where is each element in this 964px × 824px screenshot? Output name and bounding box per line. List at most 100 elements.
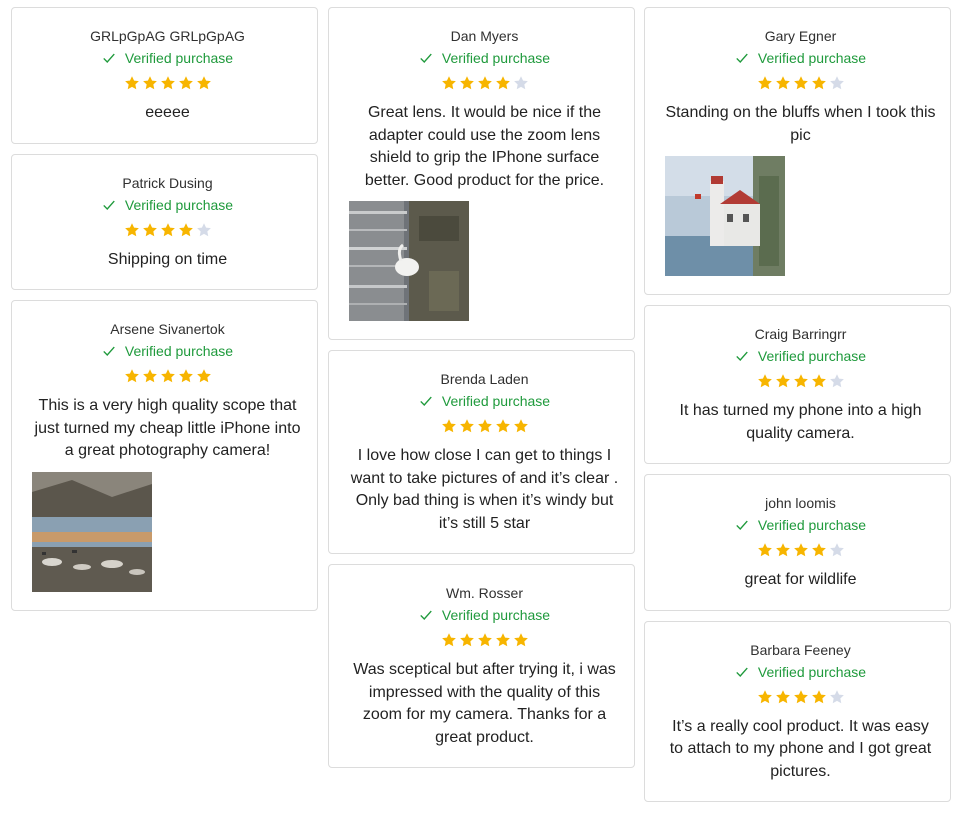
checkmark-icon <box>420 396 432 406</box>
reviewer-name: GRLpGpAG GRLpGpAG <box>90 28 245 44</box>
review-card: Barbara Feeney Verified purchase It’s a re… <box>644 620 951 802</box>
verified-purchase-badge: Verified purchase <box>665 515 936 535</box>
star-rating <box>665 689 936 707</box>
reviewer-name: Dan Myers <box>450 28 519 44</box>
review-text: It has turned my phone into a high quali… <box>679 402 922 442</box>
verified-purchase-label: Verified purchase <box>441 607 551 623</box>
star-rating <box>32 75 303 93</box>
star-empty-icon <box>196 222 211 236</box>
star-filled-icon <box>124 222 139 236</box>
star-filled-icon <box>124 369 139 383</box>
review-card: Gary Egner Verified purchase Standing on t… <box>644 7 951 295</box>
verified-purchase-label: Verified purchase <box>124 196 234 213</box>
verified-purchase-badge: Verified purchase <box>665 48 936 68</box>
review-text: eeeee <box>145 104 190 121</box>
review-text: Standing on the bluffs when I took this … <box>665 104 936 144</box>
verified-purchase-label: Verified purchase <box>441 393 551 409</box>
star-filled-icon <box>178 76 193 90</box>
review-text: This is a very high quality scope that j… <box>34 397 301 459</box>
star-filled-icon <box>775 543 790 557</box>
star-filled-icon <box>811 76 826 90</box>
star-filled-icon <box>757 374 772 388</box>
star-filled-icon <box>459 419 474 433</box>
reviewer-name: john loomis <box>765 495 836 511</box>
star-filled-icon <box>178 222 193 236</box>
verified-purchase-badge: Verified purchase <box>349 605 620 625</box>
star-filled-icon <box>757 689 772 703</box>
verified-purchase-label: Verified purchase <box>441 50 551 66</box>
verified-purchase-badge: Verified purchase <box>349 48 620 68</box>
verified-purchase-label: Verified purchase <box>757 50 867 66</box>
star-filled-icon <box>477 76 492 90</box>
checkmark-icon <box>103 53 115 63</box>
review-photo[interactable] <box>665 156 785 276</box>
star-empty-icon <box>829 689 844 703</box>
star-filled-icon <box>160 222 175 236</box>
star-rating <box>32 222 303 240</box>
review-text: I love how close I can get to things I w… <box>350 447 619 532</box>
reviewer-name: Wm. Rosser <box>446 585 523 601</box>
star-filled-icon <box>793 374 808 388</box>
checkmark-icon <box>736 351 748 361</box>
star-rating <box>349 418 620 436</box>
review-text: Was sceptical but after trying it, i was… <box>353 661 616 746</box>
star-filled-icon <box>495 419 510 433</box>
reviewer-name: Gary Egner <box>764 28 837 44</box>
star-filled-icon <box>142 369 157 383</box>
star-filled-icon <box>124 76 139 90</box>
review-column-2: Dan Myers Verified purchase Great lens. It… <box>328 7 635 778</box>
verified-purchase-badge: Verified purchase <box>32 341 303 361</box>
star-filled-icon <box>793 543 808 557</box>
verified-purchase-label: Verified purchase <box>757 517 867 533</box>
verified-purchase-label: Verified purchase <box>757 348 867 364</box>
review-text: It’s a really cool product. It was easy … <box>669 717 932 780</box>
star-rating <box>32 368 303 386</box>
star-filled-icon <box>196 369 211 383</box>
star-filled-icon <box>441 76 456 90</box>
star-filled-icon <box>757 76 772 90</box>
star-filled-icon <box>513 419 528 433</box>
checkmark-icon <box>103 346 115 356</box>
star-filled-icon <box>495 76 510 90</box>
reviewer-name: Craig Barringrr <box>754 326 847 342</box>
star-rating <box>349 632 620 650</box>
review-photo[interactable] <box>32 471 152 592</box>
star-empty-icon <box>829 374 844 388</box>
checkmark-icon <box>420 53 432 63</box>
star-filled-icon <box>757 543 772 557</box>
reviewer-name: Barbara Feeney <box>750 641 851 658</box>
review-card: Brenda Laden Verified purchase I love how … <box>328 350 635 554</box>
review-column-3: Gary Egner Verified purchase Standing on t… <box>644 7 951 812</box>
review-photo[interactable] <box>349 201 469 321</box>
star-filled-icon <box>811 374 826 388</box>
review-card: Dan Myers Verified purchase Great lens. It… <box>328 7 635 340</box>
star-filled-icon <box>477 633 492 647</box>
verified-purchase-label: Verified purchase <box>757 663 867 680</box>
verified-purchase-label: Verified purchase <box>124 343 234 359</box>
star-filled-icon <box>775 76 790 90</box>
review-text: Shipping on time <box>107 250 228 268</box>
star-filled-icon <box>142 222 157 236</box>
star-rating <box>665 542 936 560</box>
reviewer-name: Arsene Sivanertok <box>110 321 225 337</box>
review-card: Arsene Sivanertok Verified purchase This i… <box>11 300 318 611</box>
checkmark-icon <box>103 200 115 210</box>
star-filled-icon <box>775 374 790 388</box>
star-filled-icon <box>441 633 456 647</box>
star-empty-icon <box>829 543 844 557</box>
star-filled-icon <box>495 633 510 647</box>
reviewer-name: Brenda Laden <box>440 371 529 387</box>
verified-purchase-badge: Verified purchase <box>32 48 303 68</box>
review-text: Great lens. It would be nice if the adap… <box>364 104 605 189</box>
star-filled-icon <box>459 76 474 90</box>
star-rating <box>349 75 620 93</box>
star-filled-icon <box>178 369 193 383</box>
verified-purchase-badge: Verified purchase <box>665 346 936 366</box>
star-filled-icon <box>441 419 456 433</box>
star-filled-icon <box>513 633 528 647</box>
checkmark-icon <box>736 520 748 530</box>
review-card: john loomis Verified purchase great for wi… <box>644 474 951 611</box>
star-empty-icon <box>829 76 844 90</box>
checkmark-icon <box>420 610 432 620</box>
review-column-1: GRLpGpAG GRLpGpAG Verified purchase eeeee P… <box>11 7 318 621</box>
